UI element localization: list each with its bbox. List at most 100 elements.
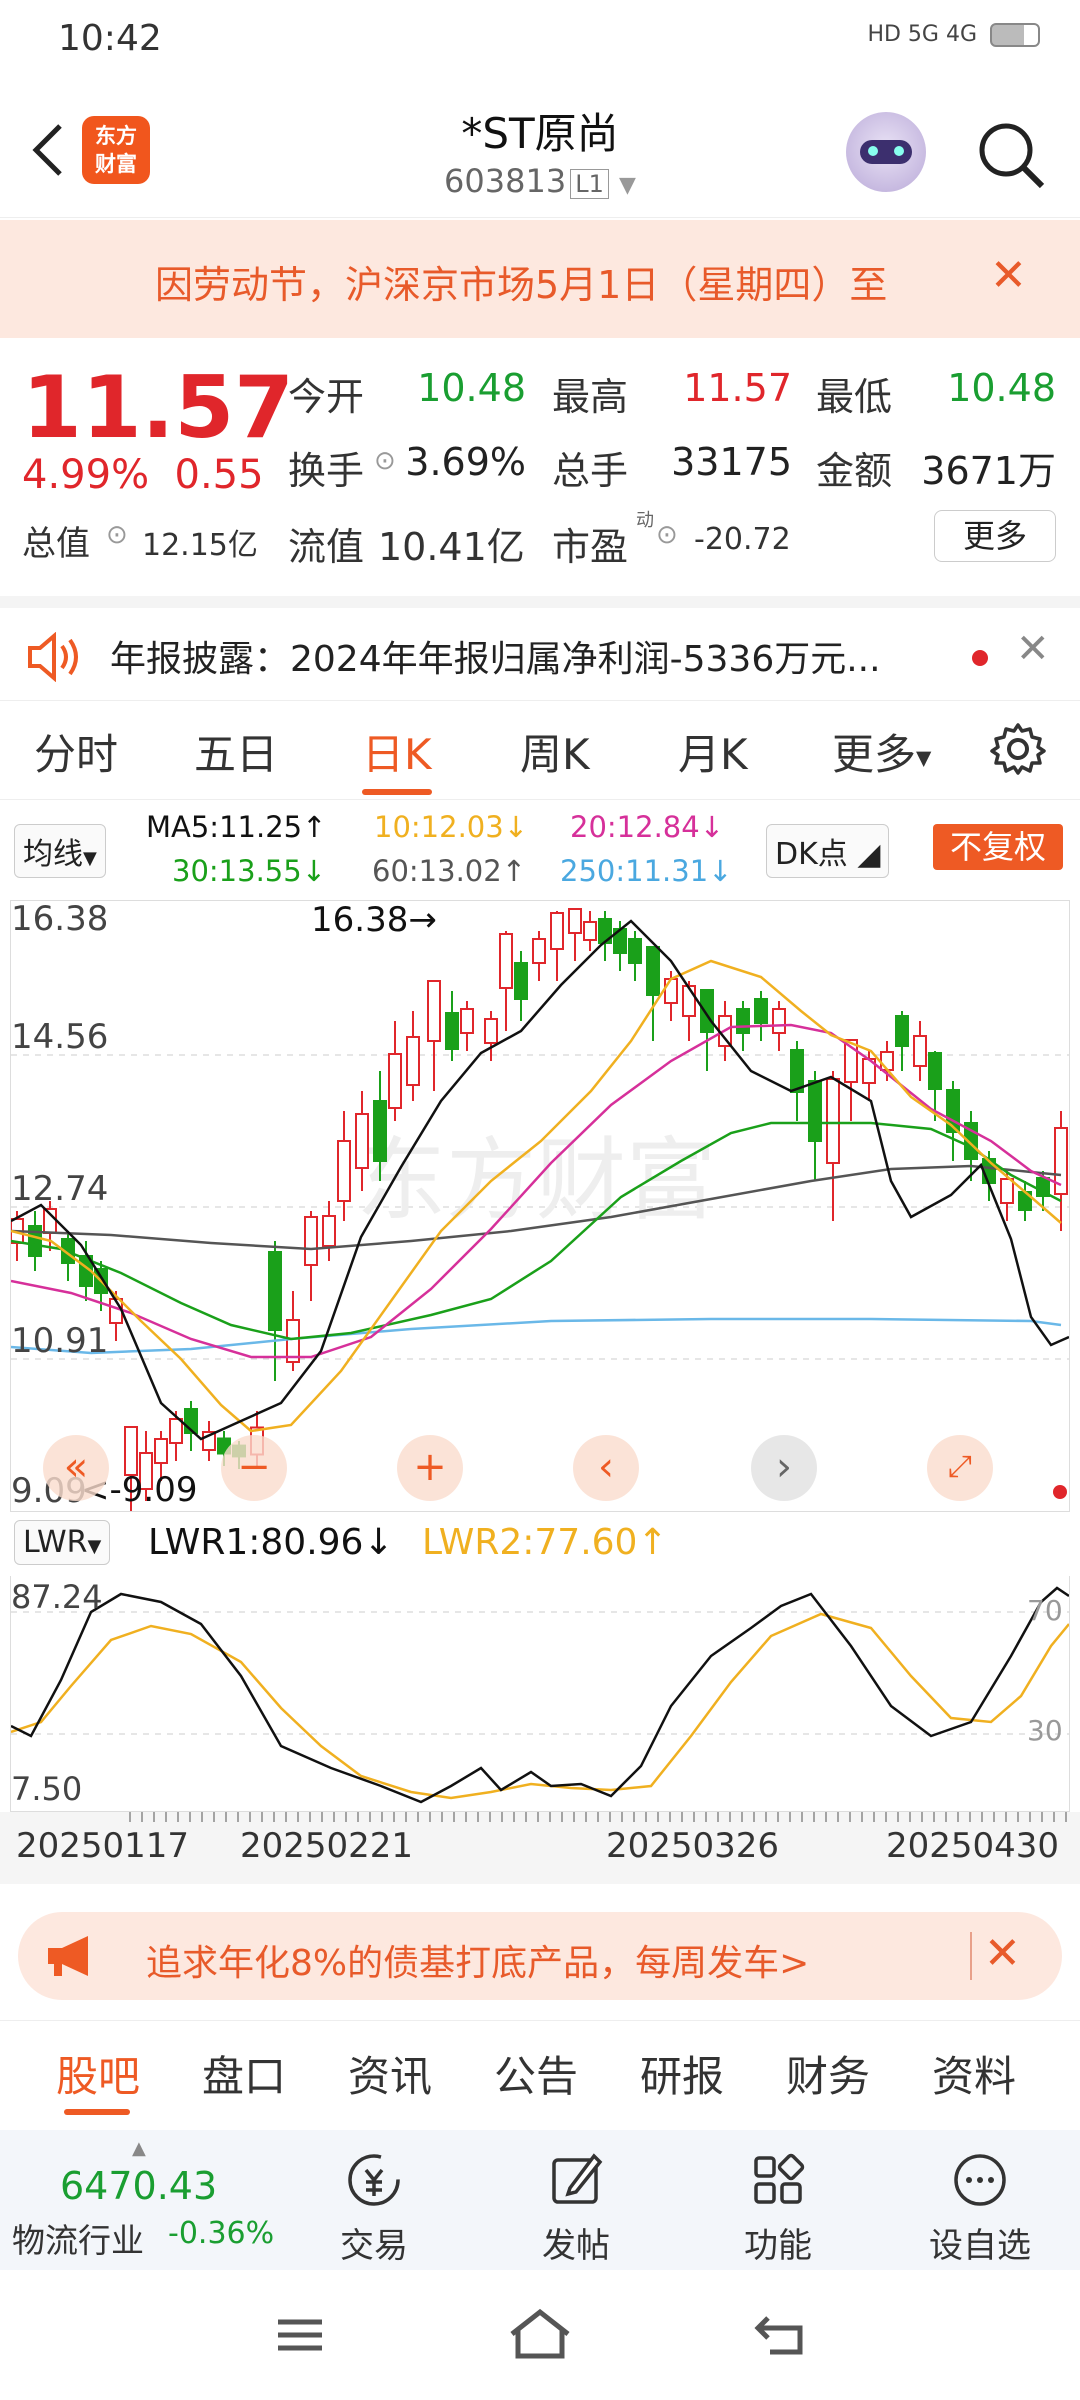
scroll-right-button[interactable]: › <box>751 1435 817 1501</box>
low-label: 最低 <box>816 375 893 419</box>
index-name: 物流行业 <box>12 2221 144 2260</box>
chevron-down-icon: ▼ <box>916 745 932 770</box>
search-icon[interactable] <box>976 120 1046 190</box>
tab-guba[interactable]: 股吧 <box>56 2043 140 2104</box>
active-tab-indicator <box>362 789 432 795</box>
dk-label: DK点 <box>775 837 848 872</box>
lwr2-text: LWR2:77.60 <box>422 1522 638 1563</box>
tab-weekly-k[interactable]: 周K <box>520 721 590 782</box>
level-badge: L1 <box>570 169 609 199</box>
pe-value: -20.72 <box>694 522 791 557</box>
close-icon[interactable]: ✕ <box>984 1928 1021 1979</box>
change-percent: 4.99% <box>22 452 150 498</box>
tab-more[interactable]: 更多▼ <box>832 721 931 782</box>
chevron-down-icon: ▼ <box>87 1536 102 1557</box>
volume-value: 33175 <box>671 440 792 484</box>
y-label-top: 16.38 <box>11 899 109 939</box>
tab-finance[interactable]: 财务 <box>786 2043 870 2104</box>
kline-svg: 东方财富 16.38→ <-9.09 <box>10 900 1070 1521</box>
tab-monthly-k[interactable]: 月K <box>678 721 748 782</box>
info-icon[interactable]: ⊙ <box>106 520 128 550</box>
post-button[interactable]: 发帖 <box>516 2150 636 2267</box>
settings-icon[interactable] <box>990 721 1046 777</box>
announcement-bar[interactable]: 年报披露：2024年年报归属净利润-5336万元... ✕ <box>0 596 1080 696</box>
lwr-selector-label: LWR <box>23 1525 88 1560</box>
tab-news[interactable]: 资讯 <box>348 2043 432 2104</box>
ma5-label: MA5:11.25↑ <box>146 810 327 844</box>
tab-research[interactable]: 研报 <box>640 2043 724 2104</box>
megaphone-icon <box>48 1936 88 1976</box>
info-icon[interactable]: ⊙ <box>656 520 678 550</box>
tab-pankou[interactable]: 盘口 <box>202 2043 286 2104</box>
function-button[interactable]: 功能 <box>718 2150 838 2267</box>
back-nav-icon[interactable] <box>750 2310 810 2360</box>
max-price-marker: 16.38→ <box>311 901 437 940</box>
tab-announcements[interactable]: 公告 <box>494 2043 578 2104</box>
menu-icon[interactable] <box>270 2310 330 2360</box>
lwr-chart[interactable]: 87.24 7.50 70 30 <box>10 1576 1070 1812</box>
min-price-marker-value: 9.09 <box>122 1470 198 1510</box>
assistant-avatar[interactable] <box>846 112 926 192</box>
bottom-toolbar: ▲ 6470.43 物流行业 -0.36% 交易 发帖 功能 设自选 <box>0 2130 1080 2270</box>
fullscreen-icon[interactable]: ⤢ <box>927 1435 993 1501</box>
info-icon[interactable]: ⊙ <box>374 446 396 476</box>
mcap-value: 12.15亿 <box>142 528 258 563</box>
content-tabs: 股吧 盘口 资讯 公告 研报 财务 资料 <box>0 2020 1080 2120</box>
promo-divider <box>970 1932 972 1980</box>
adjust-mode-button[interactable]: 不复权 <box>933 824 1063 870</box>
open-label: 今开 <box>288 375 365 419</box>
open-value: 10.48 <box>417 366 526 410</box>
date-label-1: 20250117 <box>16 1826 190 1866</box>
trade-button[interactable]: 交易 <box>314 2150 434 2267</box>
close-icon[interactable]: ✕ <box>1016 626 1050 672</box>
amount-value: 3671万 <box>921 449 1056 493</box>
tab-profile[interactable]: 资料 <box>932 2043 1016 2104</box>
tab-daily-k[interactable]: 日K <box>362 721 432 782</box>
add-watchlist-button[interactable]: 设自选 <box>920 2150 1040 2267</box>
trade-icon <box>348 2154 400 2206</box>
index-change: -0.36% <box>168 2216 275 2251</box>
quote-panel: 11.57 4.99% 0.55 今开 10.48 最高 11.57 最低 10… <box>0 340 1080 590</box>
date-label-2: 20250221 <box>240 1826 414 1866</box>
zoom-out-button[interactable]: − <box>221 1435 287 1501</box>
holiday-notice-banner[interactable]: 因劳动节，沪深京市场5月1日（星期四）至 ✕ <box>0 220 1080 338</box>
promo-banner[interactable]: 追求年化8%的债基打底产品，每周发车> ✕ <box>18 1912 1062 2000</box>
date-label-3: 20250326 <box>606 1826 780 1866</box>
kline-chart[interactable]: 东方财富 16.38→ <-9.09 16.38 14.56 12.74 10.… <box>10 899 1070 1521</box>
lwr-level-30: 30 <box>1027 1714 1063 1747</box>
promo-text: 追求年化8%的债基打底产品，每周发车> <box>146 1943 810 1984</box>
index-value: 6470.43 <box>60 2164 218 2208</box>
tab-five-day[interactable]: 五日 <box>194 721 278 782</box>
signal-text: HD 5G 4G <box>867 22 977 47</box>
tab-more-label: 更多 <box>832 730 917 779</box>
unread-dot <box>972 650 988 666</box>
dk-point-button[interactable]: DK点 ◢ <box>766 824 890 878</box>
close-icon[interactable]: ✕ <box>990 250 1027 301</box>
pe-superscript: 动 <box>636 510 654 531</box>
status-time: 10:42 <box>58 18 162 59</box>
tab-intraday[interactable]: 分时 <box>34 721 118 782</box>
scroll-left-fast-button[interactable]: « <box>43 1435 109 1501</box>
status-bar: 10:42 HD 5G 4G <box>0 0 1080 80</box>
more-button[interactable]: 更多 <box>934 510 1056 562</box>
live-dot <box>1053 1485 1067 1499</box>
stock-header: 东方 财富 *ST原尚 603813 L1 ▼ <box>0 80 1080 218</box>
zoom-in-button[interactable]: + <box>397 1435 463 1501</box>
pe-label: 市盈 <box>552 525 629 569</box>
y-label-3: 12.74 <box>11 1169 109 1209</box>
lwr-level-70: 70 <box>1027 1594 1063 1627</box>
trade-label: 交易 <box>340 2226 408 2266</box>
price-change: 4.99% 0.55 <box>22 452 264 498</box>
post-label: 发帖 <box>542 2226 610 2266</box>
last-price: 11.57 <box>22 358 295 458</box>
y-label-4: 10.91 <box>11 1321 109 1361</box>
moving-average-legend: 均线▼ MA5:11.25↑ 10:12.03↓ 20:12.84↓ 30:13… <box>0 800 1080 900</box>
more-dots-icon <box>954 2154 1006 2206</box>
high-label: 最高 <box>552 375 629 419</box>
date-label-4: 20250430 <box>886 1826 1060 1866</box>
status-signal: HD 5G 4G <box>867 22 1040 47</box>
home-icon[interactable] <box>506 2306 574 2362</box>
lwr-selector[interactable]: LWR▼ <box>14 1520 111 1565</box>
scroll-left-button[interactable]: ‹ <box>573 1435 639 1501</box>
indicator-selector[interactable]: 均线▼ <box>14 824 106 878</box>
